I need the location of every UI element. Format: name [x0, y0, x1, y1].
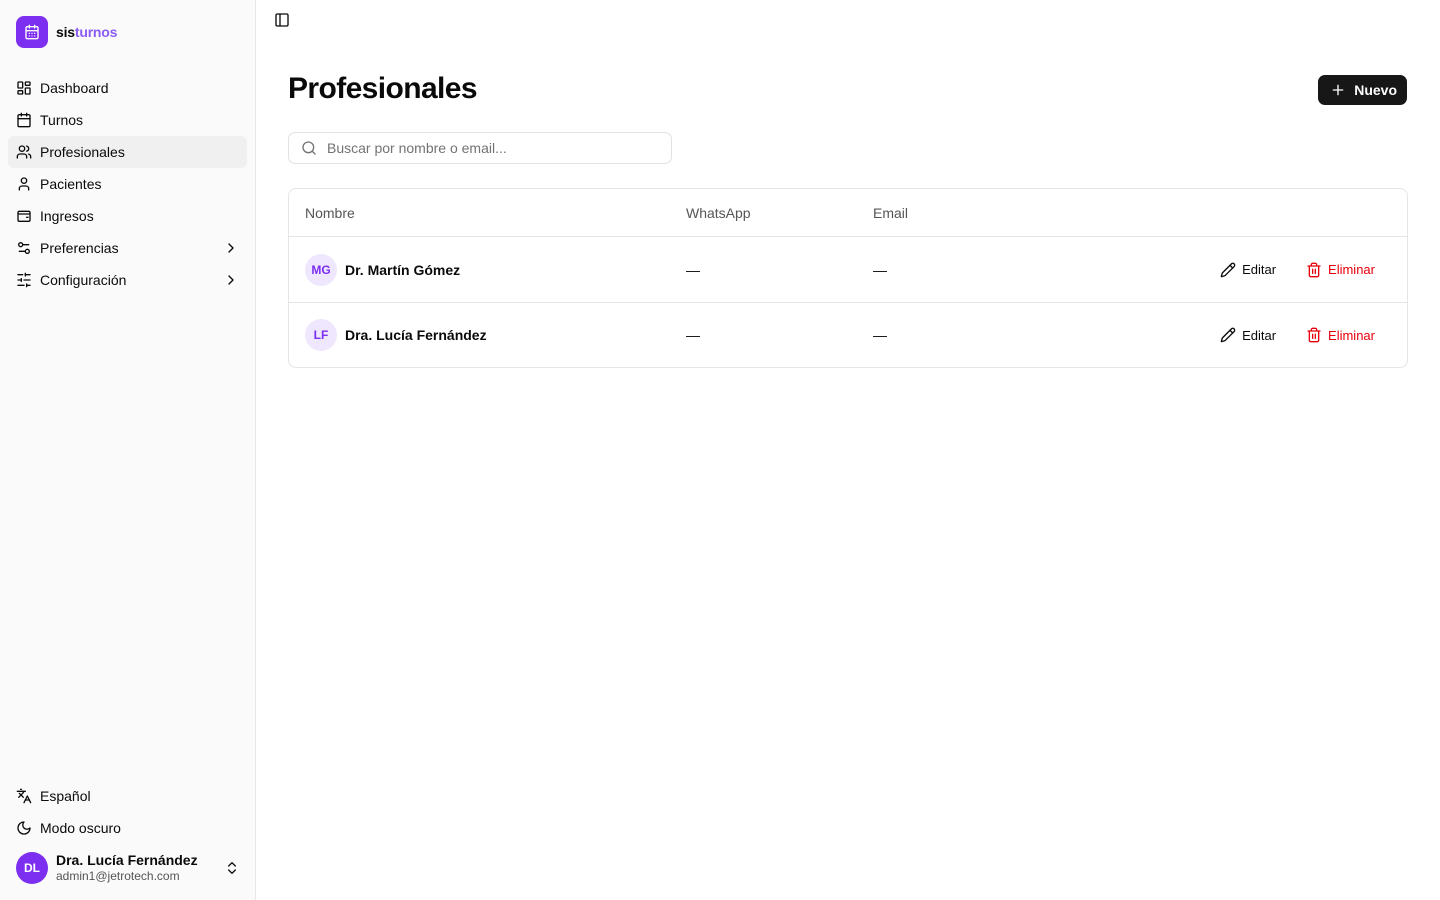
edit-label: Editar — [1242, 262, 1277, 277]
sidebar-item-label: Dashboard — [40, 80, 109, 96]
chevrons-up-down-icon — [228, 862, 236, 874]
sidebar: sisturnos Dashboard Turnos Profesionales… — [0, 0, 256, 900]
calendar-logo-icon — [16, 16, 48, 48]
sidebar-footer: Español Modo oscuro — [8, 780, 247, 844]
user-meta: Dra. Lucía Fernández admin1@jetrotech.co… — [56, 852, 198, 883]
users-icon — [16, 145, 32, 159]
sliders-icon — [17, 272, 31, 288]
professional-name: Dra. Lucía Fernández — [345, 327, 487, 343]
actions-cell: Editar Eliminar — [1173, 258, 1407, 282]
dark-mode-label: Modo oscuro — [40, 820, 121, 836]
sidebar-item-pacientes[interactable]: Pacientes — [8, 168, 247, 200]
page-title: Profesionales — [288, 72, 478, 105]
sidebar-item-label: Configuración — [40, 272, 127, 288]
column-header-nombre: Nombre — [305, 204, 355, 221]
sidebar-item-label: Ingresos — [40, 208, 94, 224]
trash-icon — [1307, 262, 1321, 277]
layout-dashboard-icon — [17, 81, 31, 95]
professional-name: Dr. Martín Gómez — [345, 261, 461, 278]
language-label: Español — [40, 788, 91, 804]
sidebar-item-configuracion[interactable]: Configuración — [8, 264, 247, 296]
sidebar-item-label: Profesionales — [40, 144, 125, 160]
delete-label: Eliminar — [1328, 327, 1375, 343]
delete-button[interactable]: Eliminar — [1300, 323, 1381, 347]
name-cell: MG Dr. Martín Gómez — [289, 253, 686, 286]
sidebar-item-label: Pacientes — [40, 176, 102, 192]
languages-icon — [16, 788, 32, 804]
sidebar-item-profesionales[interactable]: Profesionales — [8, 136, 247, 168]
professionals-table: Nombre WhatsApp Email MG Dr. Martín Góme… — [288, 188, 1408, 368]
new-professional-button[interactable]: Nuevo — [1318, 75, 1407, 105]
avatar: MG — [305, 253, 337, 286]
plus-icon — [1332, 84, 1344, 96]
search-icon — [302, 141, 316, 155]
sidebar-item-preferencias[interactable]: Preferencias — [8, 232, 247, 264]
avatar: LF — [305, 319, 337, 351]
search-box — [288, 132, 672, 164]
brand-name: sisturnos — [56, 24, 118, 40]
email-cell: — — [873, 327, 887, 343]
edit-button[interactable]: Editar — [1214, 323, 1282, 347]
sidebar-item-label: Turnos — [40, 112, 84, 128]
new-button-label: Nuevo — [1354, 82, 1397, 98]
wallet-icon — [17, 210, 31, 222]
user-name: Dra. Lucía Fernández — [56, 852, 198, 869]
table-row: MG Dr. Martín Gómez — — Editar Eliminar — [289, 237, 1407, 302]
delete-label: Eliminar — [1328, 262, 1375, 277]
edit-button[interactable]: Editar — [1214, 258, 1282, 282]
search-input[interactable] — [327, 140, 647, 156]
brand[interactable]: sisturnos — [16, 16, 117, 48]
moon-icon — [17, 821, 31, 835]
language-selector[interactable]: Español — [8, 780, 247, 812]
user-email: admin1@jetrotech.com — [56, 869, 180, 884]
column-header-email: Email — [873, 204, 909, 221]
chevron-right-icon — [228, 243, 234, 253]
avatar: DL — [16, 852, 48, 884]
panel-left-icon — [275, 13, 289, 27]
settings-toggle-icon — [17, 242, 30, 254]
sidebar-toggle-button[interactable] — [274, 12, 290, 28]
sidebar-nav: Dashboard Turnos Profesionales Pacientes… — [8, 72, 247, 296]
table-row: LF Dra. Lucía Fernández — — Editar Elimi… — [289, 302, 1407, 367]
delete-button[interactable]: Eliminar — [1300, 258, 1381, 282]
sidebar-item-ingresos[interactable]: Ingresos — [8, 200, 247, 232]
dark-mode-toggle[interactable]: Modo oscuro — [8, 812, 247, 844]
actions-cell: Editar Eliminar — [1173, 323, 1407, 347]
table-header: Nombre WhatsApp Email — [289, 189, 1407, 237]
name-cell: LF Dra. Lucía Fernández — [289, 319, 686, 351]
pencil-icon — [1220, 262, 1236, 277]
user-menu[interactable]: DL Dra. Lucía Fernández admin1@jetrotech… — [16, 852, 240, 884]
column-header-whatsapp: WhatsApp — [686, 204, 751, 221]
pencil-icon — [1220, 327, 1236, 343]
sidebar-item-turnos[interactable]: Turnos — [8, 104, 247, 136]
main-content: Profesionales Nuevo Nombre WhatsApp Emai… — [256, 0, 1440, 900]
email-cell: — — [873, 261, 887, 278]
whatsapp-cell: — — [686, 327, 700, 343]
calendar-icon — [17, 112, 31, 128]
user-icon — [18, 177, 30, 191]
chevron-right-icon — [228, 275, 234, 285]
edit-label: Editar — [1242, 327, 1277, 343]
sidebar-item-label: Preferencias — [40, 240, 119, 256]
whatsapp-cell: — — [686, 261, 700, 278]
sidebar-item-dashboard[interactable]: Dashboard — [8, 72, 247, 104]
trash-icon — [1307, 327, 1321, 343]
